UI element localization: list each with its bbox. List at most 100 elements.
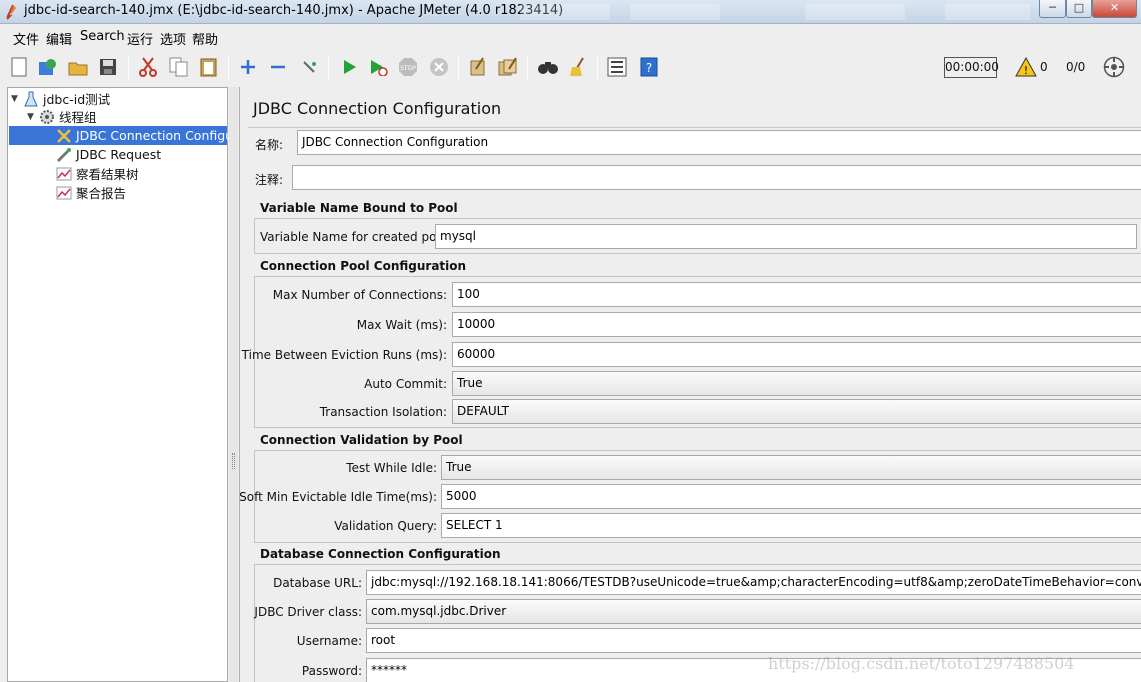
start-no-pauses-icon[interactable] — [367, 56, 389, 78]
tree-item-aggregate-report[interactable]: 聚合报告 — [56, 183, 126, 202]
test-plan-tree: ▼ jdbc-id测试 ▼ 线程组 JDBC Connection Config… — [7, 87, 238, 682]
tree-item-jdbc-request[interactable]: JDBC Request — [56, 145, 161, 164]
active-threads-count: 0/0 — [1066, 60, 1086, 74]
stop-icon[interactable]: STOP — [397, 56, 419, 78]
tree-item-view-results-tree[interactable]: 察看结果树 — [56, 164, 139, 183]
test-while-idle-label: Test While Idle: — [346, 461, 437, 475]
new-icon[interactable] — [8, 56, 30, 78]
max-connections-label: Max Number of Connections: — [272, 288, 447, 302]
database-url-label: Database URL: — [273, 576, 362, 590]
transaction-isolation-select[interactable]: DEFAULT — [452, 399, 1141, 424]
clear-icon[interactable] — [467, 56, 489, 78]
maximize-button[interactable]: □ — [1066, 0, 1092, 18]
thread-group-icon — [39, 109, 55, 125]
expand-toggle-icon[interactable]: ▼ — [27, 112, 39, 122]
auto-commit-label: Auto Commit: — [364, 377, 447, 391]
split-pane-divider[interactable] — [229, 87, 238, 682]
jdbc-driver-label: JDBC Driver class: — [254, 605, 362, 619]
warning-icon[interactable]: ! — [1015, 56, 1037, 80]
tree-item-label: JDBC Connection Configur — [76, 128, 239, 143]
eviction-runs-label: Time Between Eviction Runs (ms): — [241, 348, 447, 362]
reset-search-broom-icon[interactable] — [567, 56, 589, 78]
test-plan-icon — [23, 91, 39, 107]
soft-min-idle-field[interactable]: 5000 — [441, 484, 1141, 509]
tree-item-label: 察看结果树 — [76, 167, 139, 182]
background-tab-ghost — [805, 4, 905, 20]
close-button[interactable]: ✕ — [1092, 0, 1137, 18]
pool-variable-label: Variable Name for created pool: — [260, 230, 452, 244]
expand-icon[interactable] — [237, 56, 259, 78]
password-label: Password: — [301, 664, 362, 678]
pool-variable-field[interactable]: mysql — [435, 224, 1137, 249]
background-tab-ghost — [945, 4, 1030, 20]
copy-icon[interactable] — [168, 56, 190, 78]
listener-icon — [56, 166, 72, 182]
search-binoculars-icon[interactable] — [537, 56, 559, 78]
window-titlebar: jdbc-id-search-140.jmx (E:\jdbc-id-searc… — [0, 0, 1141, 24]
username-field[interactable]: root — [366, 628, 1141, 653]
shutdown-icon[interactable] — [428, 56, 450, 78]
sampler-icon — [56, 147, 72, 163]
save-icon[interactable] — [97, 56, 119, 78]
comment-field[interactable] — [292, 165, 1141, 190]
help-icon[interactable]: ? — [638, 56, 660, 78]
name-field[interactable]: JDBC Connection Configuration — [297, 130, 1141, 155]
section-title-validation: Connection Validation by Pool — [260, 433, 463, 447]
config-element-icon — [56, 128, 72, 144]
menu-search[interactable]: Search — [80, 29, 125, 44]
tree-item-thread-group[interactable]: ▼ 线程组 — [27, 107, 97, 126]
menu-run[interactable]: 运行 — [127, 29, 153, 48]
max-wait-field[interactable]: 10000 — [452, 312, 1141, 337]
comment-label: 注释: — [255, 173, 284, 187]
templates-icon[interactable] — [37, 56, 59, 78]
cut-icon[interactable] — [137, 56, 159, 78]
page-title: JDBC Connection Configuration — [253, 99, 502, 118]
test-while-idle-select[interactable]: True — [441, 455, 1141, 480]
background-tab-ghost — [520, 4, 610, 20]
expand-toggle-icon[interactable]: ▼ — [11, 94, 23, 104]
tree-item-label: 聚合报告 — [76, 186, 127, 201]
svg-text:!: ! — [1024, 64, 1028, 77]
validation-query-label: Validation Query: — [334, 519, 437, 533]
svg-text:STOP: STOP — [400, 65, 416, 72]
validation-query-field[interactable]: SELECT 1 — [441, 513, 1141, 538]
remote-status-icon[interactable] — [1103, 56, 1125, 81]
username-label: Username: — [296, 634, 362, 648]
menu-help[interactable]: 帮助 — [192, 29, 218, 48]
tree-item-test-plan[interactable]: ▼ jdbc-id测试 — [11, 89, 110, 108]
eviction-runs-field[interactable]: 60000 — [452, 342, 1141, 367]
section-title-db-config: Database Connection Configuration — [260, 547, 501, 561]
name-label: 名称: — [255, 138, 284, 152]
collapse-icon[interactable] — [267, 56, 289, 78]
menu-edit[interactable]: 编辑 — [46, 29, 72, 48]
jdbc-driver-select[interactable]: com.mysql.jdbc.Driver — [366, 599, 1141, 624]
config-panel: JDBC Connection Configuration 名称: JDBC C… — [239, 87, 1141, 682]
listener-icon — [56, 185, 72, 201]
menu-bar: 文件 编辑 Search 运行 选项 帮助 — [0, 24, 1141, 48]
svg-text:?: ? — [646, 61, 652, 75]
tree-item-label: 线程组 — [59, 110, 97, 125]
toggle-icon[interactable] — [298, 56, 320, 78]
clear-all-icon[interactable] — [497, 56, 519, 78]
tree-item-jdbc-connection-config[interactable]: JDBC Connection Configur — [9, 126, 238, 145]
menu-file[interactable]: 文件 — [13, 29, 39, 48]
jmeter-feather-icon — [4, 4, 18, 20]
background-tab-ghost — [630, 4, 720, 20]
start-icon[interactable] — [338, 56, 360, 78]
menu-options[interactable]: 选项 — [160, 29, 186, 48]
warning-count: 0 — [1040, 60, 1048, 74]
section-title-pool-variable: Variable Name Bound to Pool — [260, 201, 458, 215]
transaction-isolation-label: Transaction Isolation: — [319, 405, 447, 419]
tree-item-label: jdbc-id测试 — [43, 92, 111, 107]
section-title-pool-config: Connection Pool Configuration — [260, 259, 467, 273]
database-url-field[interactable]: jdbc:mysql://192.168.18.141:8066/TESTDB?… — [366, 570, 1141, 595]
max-connections-field[interactable]: 100 — [452, 282, 1141, 307]
function-helper-icon[interactable] — [606, 56, 628, 78]
paste-icon[interactable] — [198, 56, 220, 78]
minimize-button[interactable]: ─ — [1039, 0, 1066, 18]
tree-item-label: JDBC Request — [76, 147, 162, 162]
open-icon[interactable] — [67, 56, 89, 78]
watermark: https://blog.csdn.net/toto1297488504 — [768, 654, 1075, 673]
soft-min-idle-label: Soft Min Evictable Idle Time(ms): — [239, 490, 437, 504]
auto-commit-select[interactable]: True — [452, 371, 1141, 396]
